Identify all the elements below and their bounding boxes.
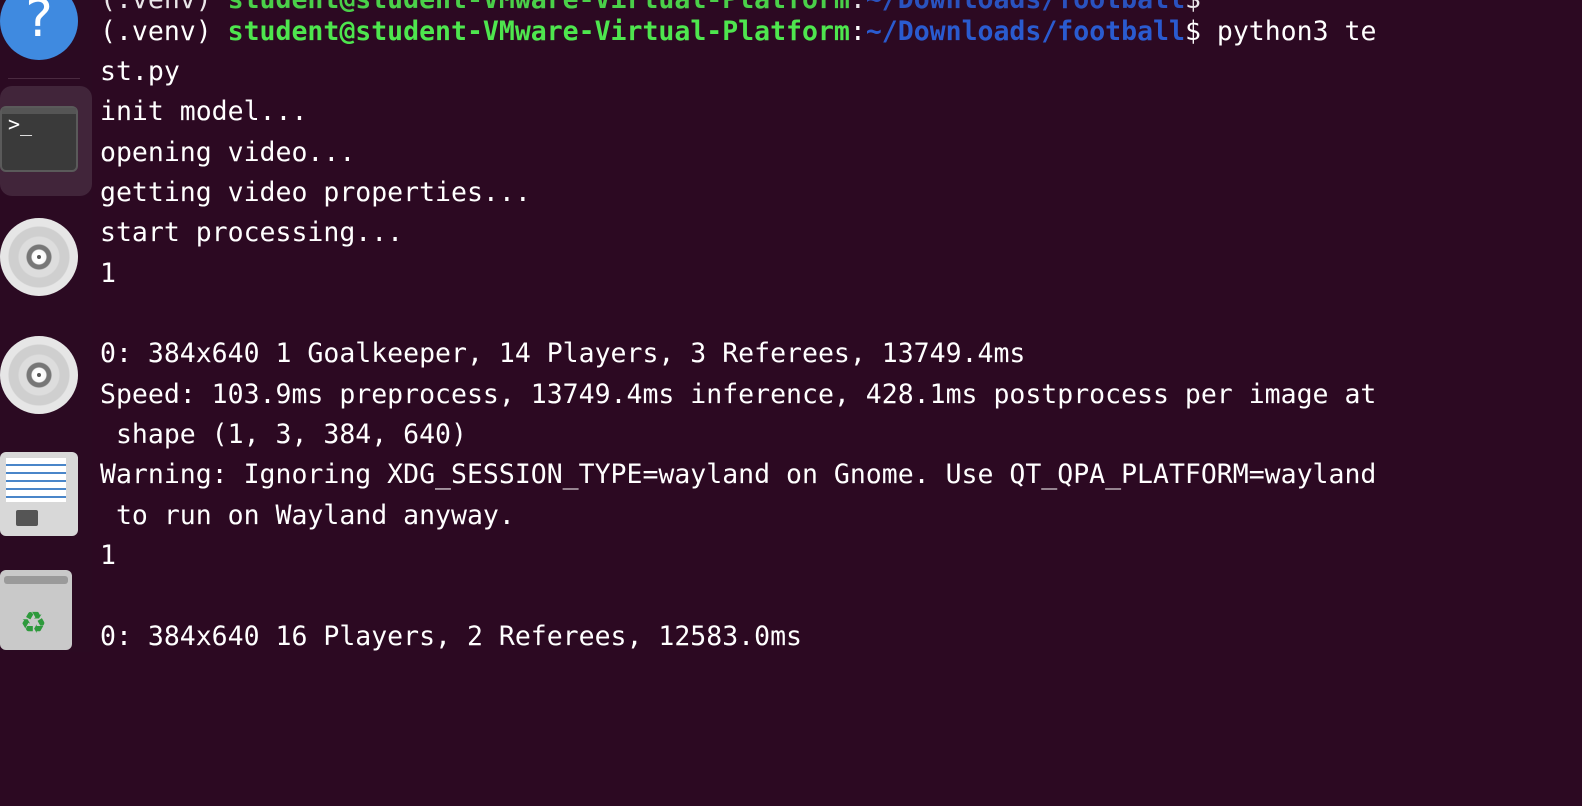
output-line: getting video properties... — [100, 177, 531, 208]
output-line: start processing... — [100, 217, 404, 248]
output-line: 0: 384x640 1 Goalkeeper, 14 Players, 3 R… — [100, 338, 1026, 369]
user-host: student@student-VMware-Virtual-Platform — [227, 16, 850, 47]
terminal-icon-titlebar — [2, 108, 76, 114]
output-line: 1 — [100, 540, 116, 571]
terminal-icon: >_ — [0, 106, 78, 172]
prompt-line: (.venv) student@student-VMware-Virtual-P… — [100, 12, 1376, 52]
dock-separator — [8, 78, 80, 79]
output-line: 1 — [100, 258, 116, 289]
floppy-slot — [16, 510, 38, 526]
output-line: 0: 384x640 16 Players, 2 Referees, 12583… — [100, 621, 802, 652]
document-lines — [6, 458, 66, 502]
terminal-prompt-glyph: >_ — [8, 112, 33, 136]
floppy-save-icon[interactable] — [0, 452, 78, 536]
terminal-output[interactable]: (.venv) student@student-VMware-Virtual-P… — [100, 0, 1582, 652]
optical-disc-icon-2[interactable] — [0, 336, 78, 414]
prompt-path: ~/Downloads/football — [865, 16, 1185, 47]
output-line: Speed: 103.9ms preprocess, 13749.4ms inf… — [100, 379, 1377, 410]
trash-lid — [4, 576, 68, 584]
recycle-icon: ♻ — [20, 606, 47, 641]
output-line: opening video... — [100, 137, 356, 168]
output-line: init model... — [100, 96, 308, 127]
output-line: to run on Wayland anyway. — [100, 500, 515, 531]
optical-disc-icon[interactable] — [0, 218, 78, 296]
output-line: shape (1, 3, 384, 640) — [100, 419, 467, 450]
prompt-colon: : — [849, 16, 866, 47]
terminal-app-button[interactable]: >_ — [0, 86, 92, 196]
help-icon: ? — [0, 0, 78, 60]
help-app-button[interactable]: ? — [0, 0, 92, 62]
prompt-dollar: $ — [1184, 16, 1201, 47]
trash-icon[interactable]: ♻ — [0, 570, 72, 650]
disc-hole — [34, 252, 44, 262]
output-line: st.py — [100, 56, 180, 87]
dock: ? >_ ♻ — [0, 0, 92, 652]
command-text: python3 te — [1200, 16, 1377, 47]
venv-label: (.venv) — [100, 16, 228, 47]
disc-hole — [34, 370, 44, 380]
output-line: Warning: Ignoring XDG_SESSION_TYPE=wayla… — [100, 459, 1377, 490]
